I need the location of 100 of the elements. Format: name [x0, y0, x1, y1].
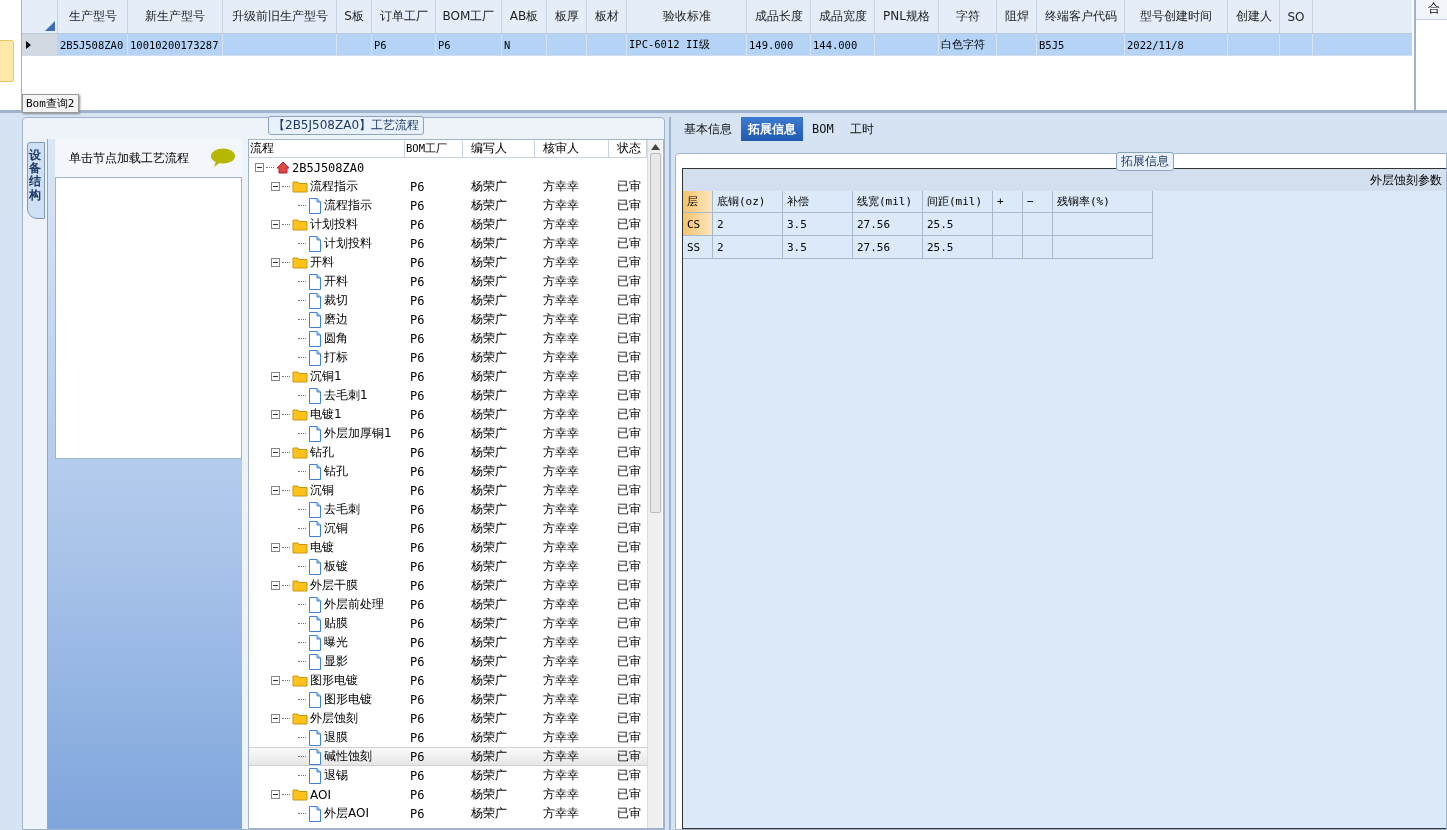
- column-header[interactable]: BOM工厂: [405, 140, 463, 157]
- tab[interactable]: 基本信息: [677, 117, 739, 141]
- collapse-icon[interactable]: [255, 163, 264, 172]
- tree-row[interactable]: 磨边 P6 杨荣广 方幸幸 已审: [249, 310, 647, 329]
- column-header[interactable]: 补偿: [783, 191, 853, 213]
- tree-line: [298, 205, 306, 206]
- collapse-icon[interactable]: [271, 410, 280, 419]
- collapse-icon[interactable]: [271, 220, 280, 229]
- tree-row[interactable]: 外层AOI P6 杨荣广 方幸幸 已审: [249, 804, 647, 823]
- tree-row[interactable]: 沉铜 P6 杨荣广 方幸幸 已审: [249, 481, 647, 500]
- column-header[interactable]: 核审人: [535, 140, 609, 157]
- column-header[interactable]: 线宽(mil): [853, 191, 923, 213]
- column-header[interactable]: S板: [337, 0, 372, 33]
- tree-row[interactable]: 显影 P6 杨荣广 方幸幸 已审: [249, 652, 647, 671]
- tree-row[interactable]: 外层加厚铜1 P6 杨荣广 方幸幸 已审: [249, 424, 647, 443]
- tree-row[interactable]: 外层蚀刻 P6 杨荣广 方幸幸 已审: [249, 709, 647, 728]
- column-header[interactable]: PNL规格: [875, 0, 939, 33]
- column-header[interactable]: 终端客户代码: [1037, 0, 1125, 33]
- column-header[interactable]: AB板: [502, 0, 547, 33]
- tree-row[interactable]: 打标 P6 杨荣广 方幸幸 已审: [249, 348, 647, 367]
- tree-row[interactable]: 圆角 P6 杨荣广 方幸幸 已审: [249, 329, 647, 348]
- column-header[interactable]: 成品长度: [747, 0, 811, 33]
- tree-row[interactable]: 碱性蚀刻 P6 杨荣广 方幸幸 已审: [249, 747, 647, 766]
- folder-icon: [292, 446, 308, 459]
- column-header[interactable]: 残铜率(%): [1053, 191, 1153, 213]
- tree-row[interactable]: 2B5J508ZA0: [249, 158, 647, 177]
- column-header[interactable]: 成品宽度: [811, 0, 875, 33]
- column-header[interactable]: 订单工厂: [372, 0, 436, 33]
- column-header[interactable]: 型号创建时间: [1125, 0, 1228, 33]
- scroll-thumb[interactable]: [649, 153, 661, 513]
- column-header[interactable]: 生产型号: [58, 0, 128, 33]
- tree-row[interactable]: 板镀 P6 杨荣广 方幸幸 已审: [249, 557, 647, 576]
- tree-row[interactable]: 曝光 P6 杨荣广 方幸幸 已审: [249, 633, 647, 652]
- tree-row[interactable]: 钻孔 P6 杨荣广 方幸幸 已审: [249, 443, 647, 462]
- column-header[interactable]: 编写人: [463, 140, 535, 157]
- tree-row[interactable]: 电镀1 P6 杨荣广 方幸幸 已审: [249, 405, 647, 424]
- column-header[interactable]: 底铜(oz): [713, 191, 783, 213]
- column-header[interactable]: 字符: [939, 0, 997, 33]
- collapse-icon[interactable]: [271, 372, 280, 381]
- tree-row[interactable]: 沉铜 P6 杨荣广 方幸幸 已审: [249, 519, 647, 538]
- tree-row[interactable]: 流程指示 P6 杨荣广 方幸幸 已审: [249, 177, 647, 196]
- scroll-up-icon[interactable]: [650, 144, 660, 151]
- tree-row[interactable]: 图形电镀 P6 杨荣广 方幸幸 已审: [249, 671, 647, 690]
- column-header[interactable]: 层: [683, 191, 713, 213]
- tree-row[interactable]: 退膜 P6 杨荣广 方幸幸 已审: [249, 728, 647, 747]
- column-header[interactable]: 板厚: [547, 0, 587, 33]
- column-header[interactable]: +: [993, 191, 1023, 213]
- column-header[interactable]: 间距(mil): [923, 191, 993, 213]
- tree-row[interactable]: 沉铜1 P6 杨荣广 方幸幸 已审: [249, 367, 647, 386]
- tree-line: [282, 186, 290, 187]
- tree-row[interactable]: 开料 P6 杨荣广 方幸幸 已审: [249, 253, 647, 272]
- column-header[interactable]: 新生产型号: [128, 0, 223, 33]
- table-cell: 方幸幸: [543, 711, 579, 725]
- tree-row[interactable]: 开料 P6 杨荣广 方幸幸 已审: [249, 272, 647, 291]
- collapse-icon[interactable]: [271, 676, 280, 685]
- house-icon: [276, 161, 290, 174]
- tree-node-label: 去毛刺: [324, 501, 360, 518]
- tab[interactable]: 工时: [842, 117, 881, 141]
- tree-row[interactable]: 图形电镀 P6 杨荣广 方幸幸 已审: [249, 690, 647, 709]
- tree-row[interactable]: 电镀 P6 杨荣广 方幸幸 已审: [249, 538, 647, 557]
- row-header[interactable]: SS: [683, 236, 713, 259]
- tree-row[interactable]: 外层前处理 P6 杨荣广 方幸幸 已审: [249, 595, 647, 614]
- column-header[interactable]: −: [1023, 191, 1053, 213]
- column-header[interactable]: 创建人: [1228, 0, 1280, 33]
- bottom-tab[interactable]: Bom查询2: [22, 94, 79, 113]
- tree-row[interactable]: 计划投料 P6 杨荣广 方幸幸 已审: [249, 215, 647, 234]
- tree-line: [298, 623, 306, 624]
- collapse-icon[interactable]: [271, 543, 280, 552]
- collapse-icon[interactable]: [271, 182, 280, 191]
- tree-row[interactable]: 计划投料 P6 杨荣广 方幸幸 已审: [249, 234, 647, 253]
- collapse-icon[interactable]: [271, 581, 280, 590]
- tree-row[interactable]: AOI P6 杨荣广 方幸幸 已审: [249, 785, 647, 804]
- collapse-icon[interactable]: [271, 486, 280, 495]
- column-header[interactable]: 流程: [249, 140, 405, 157]
- tree-row[interactable]: 钻孔 P6 杨荣广 方幸幸 已审: [249, 462, 647, 481]
- tree-row[interactable]: 退锡 P6 杨荣广 方幸幸 已审: [249, 766, 647, 785]
- column-header[interactable]: 板材: [587, 0, 627, 33]
- column-header[interactable]: 阻焊: [997, 0, 1037, 33]
- scrollbar[interactable]: [647, 140, 662, 828]
- vertical-tab[interactable]: 设备结构: [27, 142, 45, 219]
- tab[interactable]: BOM: [805, 117, 841, 141]
- collapse-icon[interactable]: [271, 790, 280, 799]
- collapse-icon[interactable]: [271, 448, 280, 457]
- tree-row[interactable]: 贴膜 P6 杨荣广 方幸幸 已审: [249, 614, 647, 633]
- table-cell: 方幸幸: [543, 426, 579, 440]
- table-cell: 已审: [617, 388, 641, 402]
- tree-row[interactable]: 去毛刺 P6 杨荣广 方幸幸 已审: [249, 500, 647, 519]
- tab[interactable]: 拓展信息: [741, 117, 803, 141]
- collapse-icon[interactable]: [271, 714, 280, 723]
- tree-row[interactable]: 裁切 P6 杨荣广 方幸幸 已审: [249, 291, 647, 310]
- column-header[interactable]: 升级前旧生产型号: [223, 0, 337, 33]
- collapse-icon[interactable]: [271, 258, 280, 267]
- tree-row[interactable]: 流程指示 P6 杨荣广 方幸幸 已审: [249, 196, 647, 215]
- column-header[interactable]: 验收标准: [627, 0, 747, 33]
- tree-row[interactable]: 外层干膜 P6 杨荣广 方幸幸 已审: [249, 576, 647, 595]
- column-header[interactable]: SO: [1280, 0, 1313, 33]
- tree-row[interactable]: 去毛刺1 P6 杨荣广 方幸幸 已审: [249, 386, 647, 405]
- row-header[interactable]: CS: [683, 213, 713, 236]
- table-row[interactable]: 2B5J508ZA0 10010200173287 P6 P6 N IPC-6012 II级 149.000 144.000 白色字符 B5J5 2022/11/8: [22, 34, 1412, 56]
- column-header[interactable]: BOM工厂: [436, 0, 502, 33]
